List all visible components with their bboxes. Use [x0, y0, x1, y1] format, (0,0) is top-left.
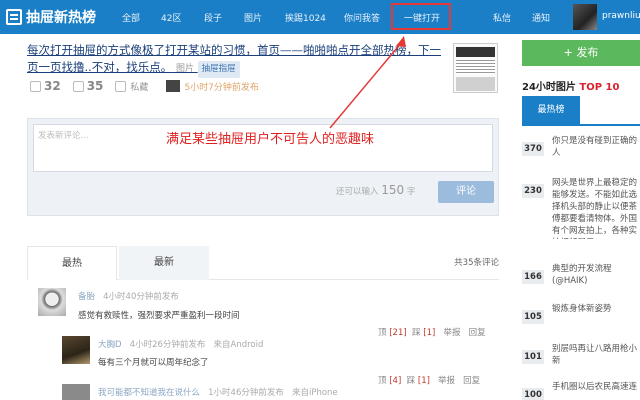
rank-item[interactable]: 101 别层吗再让八路用枪小新 [522, 342, 640, 376]
like-icon[interactable] [30, 80, 41, 92]
nav-messages[interactable]: 私信 [493, 11, 511, 24]
comment-actions: 顶 [4] 踩 [1] 举报 回复 [378, 374, 480, 386]
commenter-name[interactable]: 大胸D [98, 340, 122, 350]
save-label[interactable]: 私藏 [130, 80, 148, 93]
comment-actions: 顶 [21] 踩 [1] 举报 回复 [378, 326, 486, 338]
thumb-header [456, 47, 495, 57]
comment-source: 来自iPhone [291, 388, 338, 398]
rank-score: 100 [522, 388, 544, 400]
post-time: 5小时7分钟前发布 [184, 82, 259, 93]
article-meta: 32 35 私藏 5小时7分钟前发布 [30, 78, 259, 94]
rank-score: 230 [522, 184, 544, 198]
upvote-count: [21] [389, 328, 407, 338]
user-avatar[interactable] [573, 4, 597, 30]
rank-score: 105 [522, 310, 544, 324]
rank-text[interactable]: 锻炼身体新姿势 [552, 303, 640, 315]
comment-header: 备胎 4小时40分钟前发布 [78, 290, 179, 302]
reply-button[interactable]: 回复 [463, 376, 480, 386]
article-tag[interactable]: 抽屉指屉 [197, 61, 240, 78]
thumb-lines [456, 60, 495, 74]
comment-header: 大胸D 4小时26分钟前发布 来自Android [98, 338, 263, 350]
article-thumbnail[interactable] [453, 43, 498, 93]
downvote-button[interactable]: 踩 [407, 376, 416, 386]
rank-item[interactable]: 230 网头是世界上最稳定的能够发送。不能如此选择机头部的静止以便茶傅都要看清物… [522, 176, 640, 256]
article-title[interactable]: 每次打开抽屉的方式像极了打开某站的习惯，首页——啪啪啪点开全部热榜，下一页一页找… [27, 42, 447, 78]
rank-score: 101 [522, 350, 544, 364]
commenter-name[interactable]: 我可能都不知道我在说什么 [98, 388, 200, 398]
report-button[interactable]: 举报 [438, 376, 455, 386]
commenter-name[interactable]: 备胎 [78, 292, 95, 302]
rank-item[interactable]: 370 你只是没有碰到正确的人 [522, 134, 640, 168]
comment-tabs: 最热 最新 共35条评论 [27, 246, 499, 280]
rank-text[interactable]: 别层吗再让八路用枪小新 [552, 343, 640, 367]
sidebar-title: 24小时图片 TOP 10 [522, 78, 619, 93]
nav-jokes[interactable]: 段子 [204, 11, 222, 24]
downvote-count: [1] [417, 376, 430, 386]
sidebar-divider [522, 124, 640, 126]
comment-time: 4小时26分钟前发布 [129, 340, 206, 350]
save-icon[interactable] [115, 80, 127, 92]
comment-time: 4小时40分钟前发布 [103, 292, 179, 302]
nav-42[interactable]: 42区 [161, 11, 181, 24]
commenter-avatar[interactable] [38, 288, 66, 316]
logo[interactable]: 抽屉新热榜 [6, 6, 96, 28]
remain-suffix: 字 [406, 187, 416, 197]
rank-score: 166 [522, 270, 544, 284]
downvote-count: [1] [423, 328, 436, 338]
comment-source: 来自Android [213, 340, 264, 350]
report-button[interactable]: 举报 [443, 328, 460, 338]
comment-header: 我可能都不知道我在说什么 1小时46分钟前发布 来自iPhone [98, 386, 338, 398]
comment-total: 共35条评论 [454, 258, 499, 268]
like-count: 32 [44, 79, 61, 93]
downvote-button[interactable]: 踩 [412, 328, 421, 338]
commenter-avatar[interactable] [62, 336, 90, 364]
rank-text[interactable]: 典型的开发流程 (@HAIK) [552, 263, 640, 287]
nav-images[interactable]: 图片 [244, 11, 262, 24]
reply-button[interactable]: 回复 [469, 328, 486, 338]
tab-hottest[interactable]: 最热榜 [522, 96, 580, 124]
top-nav: 抽屉新热榜 全部 42区 段子 图片 挨踢1024 你问我答 一键打开 私信 通… [0, 0, 640, 34]
commenter-avatar[interactable] [62, 384, 90, 400]
sidebar-title-top: TOP 10 [579, 82, 620, 93]
rank-item[interactable]: 166 典型的开发流程 (@HAIK) [522, 262, 640, 296]
username[interactable]: prawnliu [602, 11, 640, 21]
rank-item[interactable]: 100 手机圈以后农民高速连 [522, 380, 640, 400]
comment-time: 1小时46分钟前发布 [208, 388, 284, 398]
remain-prefix: 还可以输入 [336, 187, 379, 197]
upvote-button[interactable]: 顶 [378, 376, 387, 386]
rank-text[interactable]: 你只是没有碰到正确的人 [552, 135, 640, 159]
rank-text[interactable]: 网头是世界上最稳定的能够发送。不能如此选择机头部的静止以便茶傅都要看清物体。外国… [552, 177, 640, 239]
rank-item[interactable]: 105 锻炼身体新姿势 [522, 302, 640, 336]
upvote-button[interactable]: 顶 [378, 328, 387, 338]
article-source: 图片 [175, 64, 194, 74]
comment-text: 感觉有救赎性，强烈要求严重盈利一段时间 [78, 311, 240, 321]
nav-it1024[interactable]: 挨踢1024 [285, 11, 326, 24]
comment-text: 每有三个月就可以周年纪念了 [98, 358, 209, 368]
rank-text[interactable]: 手机圈以后农民高速连 [552, 381, 640, 393]
nav-all[interactable]: 全部 [122, 11, 140, 24]
remaining-chars: 还可以输入 150 字 [336, 183, 415, 197]
nav-qa[interactable]: 你问我答 [344, 11, 380, 24]
upvote-count: [4] [389, 376, 402, 386]
tab-new[interactable]: 最新 [119, 246, 209, 280]
post-button[interactable]: + 发布 [522, 40, 640, 66]
annotation-text: 满足某些抽屉用户不可告人的恶趣味 [166, 132, 375, 147]
remain-number: 150 [381, 183, 405, 197]
comment-icon[interactable] [72, 80, 84, 92]
highlight-box [391, 3, 451, 30]
rank-score: 370 [522, 142, 544, 156]
submit-comment-button[interactable]: 评论 [438, 181, 494, 203]
logo-icon [6, 9, 22, 25]
sidebar-title-prefix: 24小时图片 [522, 82, 576, 93]
nav-notifications[interactable]: 通知 [532, 11, 550, 24]
logo-text: 抽屉新热榜 [26, 10, 96, 26]
comment-count: 35 [86, 79, 104, 93]
tab-hot[interactable]: 最热 [27, 246, 117, 280]
author-avatar[interactable] [166, 80, 181, 92]
thumb-block [456, 77, 495, 91]
